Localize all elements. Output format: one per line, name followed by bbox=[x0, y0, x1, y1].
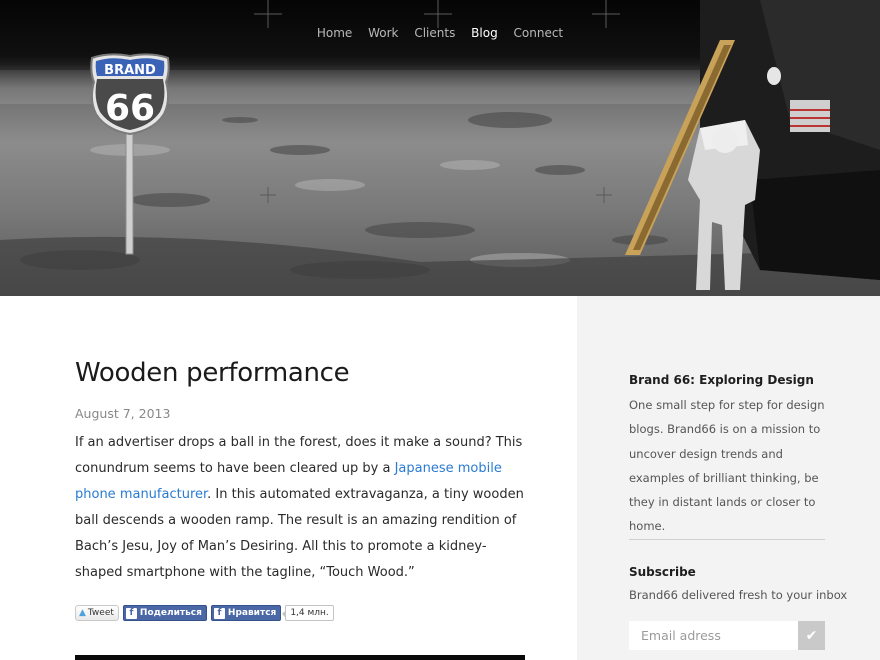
tweet-label: Tweet bbox=[87, 608, 114, 618]
share-bar: ▲ Tweet f Поделиться f Нравится 1,4 млн. bbox=[75, 604, 334, 622]
facebook-icon: f bbox=[125, 607, 137, 619]
hero-banner: BRAND 66 Home Work Clients Blog Connect bbox=[0, 0, 880, 296]
email-field[interactable] bbox=[629, 621, 798, 650]
nav-clients[interactable]: Clients bbox=[414, 26, 455, 40]
like-count-badge: 1,4 млн. bbox=[282, 605, 334, 621]
video-embed[interactable] bbox=[75, 655, 525, 660]
facebook-share-label: Поделиться bbox=[139, 608, 202, 618]
tweet-button[interactable]: ▲ Tweet bbox=[75, 605, 119, 621]
post-body: If an advertiser drops a ball in the for… bbox=[75, 430, 530, 586]
checkmark-icon: ✔ bbox=[805, 627, 818, 644]
brand66-logo[interactable]: BRAND 66 bbox=[88, 52, 172, 257]
logo-brand-text: BRAND bbox=[104, 63, 156, 78]
logo-number-text: 66 bbox=[105, 88, 155, 129]
subscribe-title: Subscribe bbox=[629, 565, 696, 579]
nav-connect[interactable]: Connect bbox=[514, 26, 564, 40]
main-content: Wooden performance August 7, 2013 If an … bbox=[0, 296, 577, 660]
post-date: August 7, 2013 bbox=[75, 406, 171, 421]
post-title: Wooden performance bbox=[75, 358, 350, 388]
facebook-like-label: Нравится bbox=[227, 608, 277, 618]
sidebar-description: One small step for step for design blogs… bbox=[629, 398, 825, 534]
main-nav: Home Work Clients Blog Connect bbox=[0, 26, 880, 40]
facebook-share-button[interactable]: f Поделиться bbox=[122, 605, 207, 621]
facebook-icon: f bbox=[213, 607, 225, 619]
subscribe-description: Brand66 delivered fresh to your inbox bbox=[629, 588, 848, 602]
twitter-bird-icon: ▲ bbox=[79, 608, 86, 618]
nav-work[interactable]: Work bbox=[368, 26, 398, 40]
nav-home[interactable]: Home bbox=[317, 26, 352, 40]
sidebar-title: Brand 66: Exploring Design bbox=[629, 373, 814, 387]
nav-blog[interactable]: Blog bbox=[471, 26, 498, 40]
sidebar: Brand 66: Exploring Design One small ste… bbox=[577, 296, 880, 660]
facebook-like-button[interactable]: f Нравится bbox=[210, 605, 282, 621]
subscribe-button[interactable]: ✔ bbox=[798, 621, 825, 650]
sidebar-divider bbox=[629, 539, 825, 540]
